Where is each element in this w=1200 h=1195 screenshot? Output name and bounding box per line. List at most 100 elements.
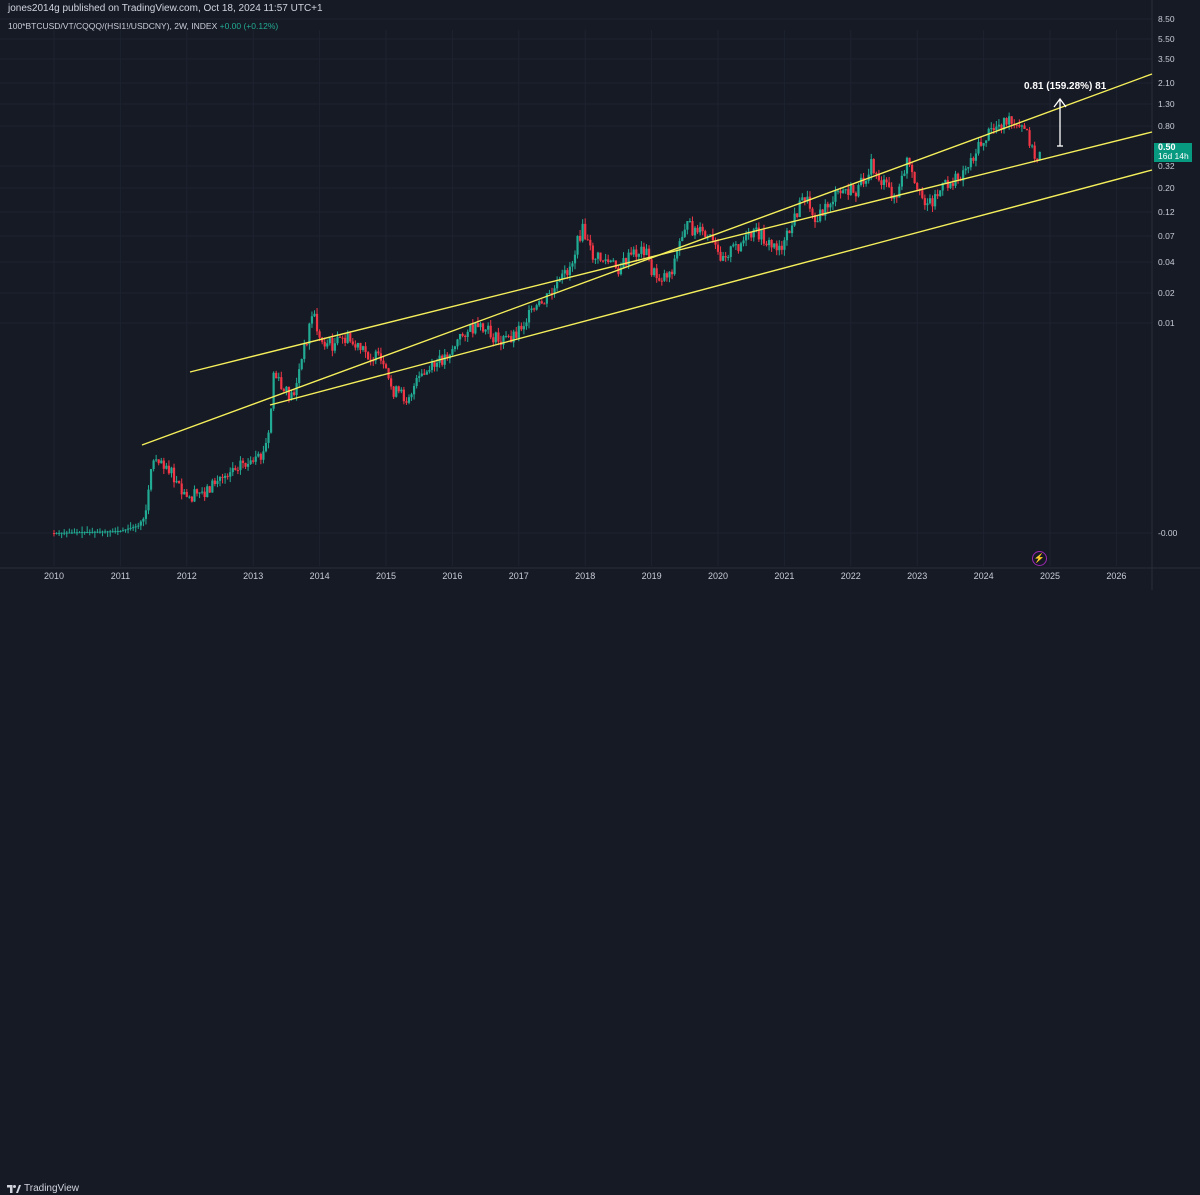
candle-body: [642, 246, 646, 256]
candle-body: [591, 245, 594, 260]
candle-body: [834, 190, 837, 202]
candle-body: [185, 491, 188, 497]
candle-body: [668, 271, 671, 278]
candle-body: [70, 532, 73, 534]
candle-body: [571, 263, 574, 267]
candle-body: [308, 323, 311, 345]
candle-body: [844, 189, 847, 191]
candle-body: [604, 259, 607, 261]
candle-body: [956, 173, 960, 180]
candle-body: [244, 462, 247, 467]
candle-body: [52, 533, 56, 534]
candle-body: [663, 273, 666, 281]
candle-body: [254, 456, 257, 462]
price-tick-label: 0.80: [1158, 121, 1175, 131]
candle-body: [683, 229, 686, 237]
candle-body: [563, 270, 566, 274]
symbol-legend[interactable]: 100*BTCUSD/VT/CQQQ/(HSI1!/USDCNY), 2W, I…: [8, 21, 278, 31]
candle-body: [216, 480, 219, 485]
time-tick-label: 2014: [310, 571, 330, 581]
candle-body: [678, 241, 681, 251]
price-tick-label: 1.30: [1158, 99, 1175, 109]
candle-body: [226, 475, 229, 477]
candle-body: [310, 316, 314, 324]
candle-body: [198, 492, 201, 494]
candle-body: [229, 472, 232, 477]
candle-body: [635, 249, 638, 257]
candle-body: [997, 124, 1001, 127]
time-tick-label: 2016: [442, 571, 462, 581]
candle-body: [165, 465, 168, 469]
candle-body: [831, 201, 835, 205]
candle-body: [193, 489, 196, 502]
channel-lines[interactable]: [141, 73, 1153, 446]
candle-body: [149, 469, 153, 490]
candle-body: [315, 313, 319, 332]
candle-body: [73, 532, 76, 534]
candle-body: [888, 182, 891, 187]
candle-body: [739, 243, 743, 252]
candle-body: [1008, 116, 1011, 125]
candle-body: [903, 173, 906, 176]
candle-body: [359, 342, 362, 350]
candle-body: [157, 459, 160, 464]
candle-body: [875, 173, 878, 175]
candle-body: [221, 476, 224, 478]
candle-body: [285, 386, 288, 391]
lightning-icon[interactable]: ⚡: [1032, 551, 1047, 566]
candle-body: [693, 227, 697, 236]
candle-body: [407, 397, 411, 403]
candle-body: [1025, 128, 1029, 131]
candle-body: [58, 532, 61, 534]
candle-body: [333, 343, 337, 351]
candle-body: [504, 335, 508, 337]
candle-body: [290, 392, 293, 400]
candle-body: [670, 271, 674, 275]
candle-body: [114, 531, 117, 533]
candle-body: [790, 225, 794, 234]
tradingview-logo-icon[interactable]: [7, 1183, 21, 1195]
footer: TradingView: [0, 590, 1200, 1194]
candle-body: [645, 248, 648, 256]
candle-body: [364, 346, 367, 353]
candle-body: [147, 489, 150, 511]
channel-line-upper: [141, 73, 1153, 446]
candle-body: [640, 246, 643, 254]
candle-body: [464, 335, 467, 337]
candle-body: [849, 184, 852, 196]
candle-body: [535, 305, 538, 310]
candle-body: [203, 491, 206, 498]
candle-body: [344, 337, 347, 343]
candle-body: [93, 531, 96, 533]
candle-body: [926, 203, 929, 206]
candle-body: [471, 324, 474, 334]
candle-body: [946, 180, 949, 188]
candle-body: [933, 194, 937, 207]
candle-body: [716, 244, 720, 252]
candle-body: [773, 243, 776, 248]
candle-body: [865, 180, 868, 184]
candle-body: [101, 531, 104, 533]
candle-body: [584, 223, 587, 240]
candle-body: [484, 329, 487, 332]
candle-body: [811, 208, 814, 216]
time-axis[interactable]: 2010 2011 2012 2013 2014 2015 2016 2017 2018 2019…: [44, 571, 1126, 581]
candle-body: [252, 460, 255, 462]
candle-body: [630, 252, 633, 255]
candle-body: [724, 256, 727, 258]
candle-body: [80, 532, 84, 534]
price-axis[interactable]: 8.50 5.50 3.50 2.10 1.30 0.80 0.32 0.20 0.12 0.07…: [1158, 14, 1178, 538]
candle-body: [760, 229, 763, 240]
chart-area[interactable]: 8.50 5.50 3.50 2.10 1.30 0.80 0.32 0.20 0.12 0.07…: [0, 0, 1200, 608]
time-tick-label: 2021: [774, 571, 794, 581]
candle-body: [412, 385, 416, 395]
time-tick-label: 2018: [575, 571, 595, 581]
candle-body: [109, 531, 112, 533]
candle-body: [211, 480, 214, 493]
candle-body: [346, 333, 349, 343]
candle-body: [1018, 124, 1021, 127]
candle-body: [538, 301, 541, 306]
candle-body: [91, 531, 94, 533]
candle-body: [423, 373, 426, 375]
candle-body: [530, 308, 533, 311]
